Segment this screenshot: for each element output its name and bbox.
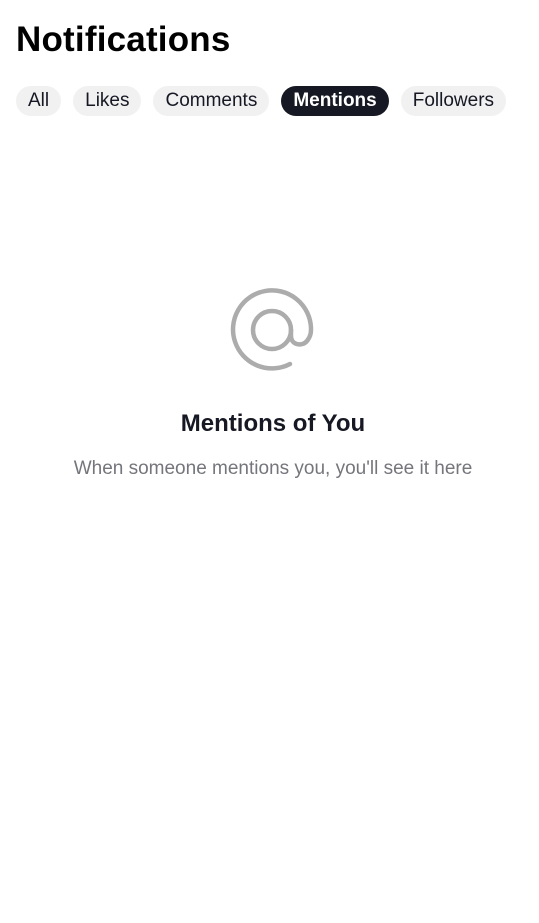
empty-state: Mentions of You When someone mentions yo… <box>0 274 539 481</box>
tab-likes[interactable]: Likes <box>73 86 142 116</box>
tab-all[interactable]: All <box>16 86 62 116</box>
at-sign-icon <box>230 288 314 371</box>
empty-state-subtitle: When someone mentions you, you'll see it… <box>73 458 473 479</box>
tab-followers[interactable]: Followers <box>400 86 507 116</box>
page-title: Notifications <box>16 20 231 59</box>
empty-state-title: Mentions of You <box>180 410 366 437</box>
tab-comments[interactable]: Comments <box>153 86 270 116</box>
tab-mentions[interactable]: Mentions <box>281 86 389 116</box>
notification-filter-tabs: All Likes Comments Mentions Followers <box>16 86 507 116</box>
